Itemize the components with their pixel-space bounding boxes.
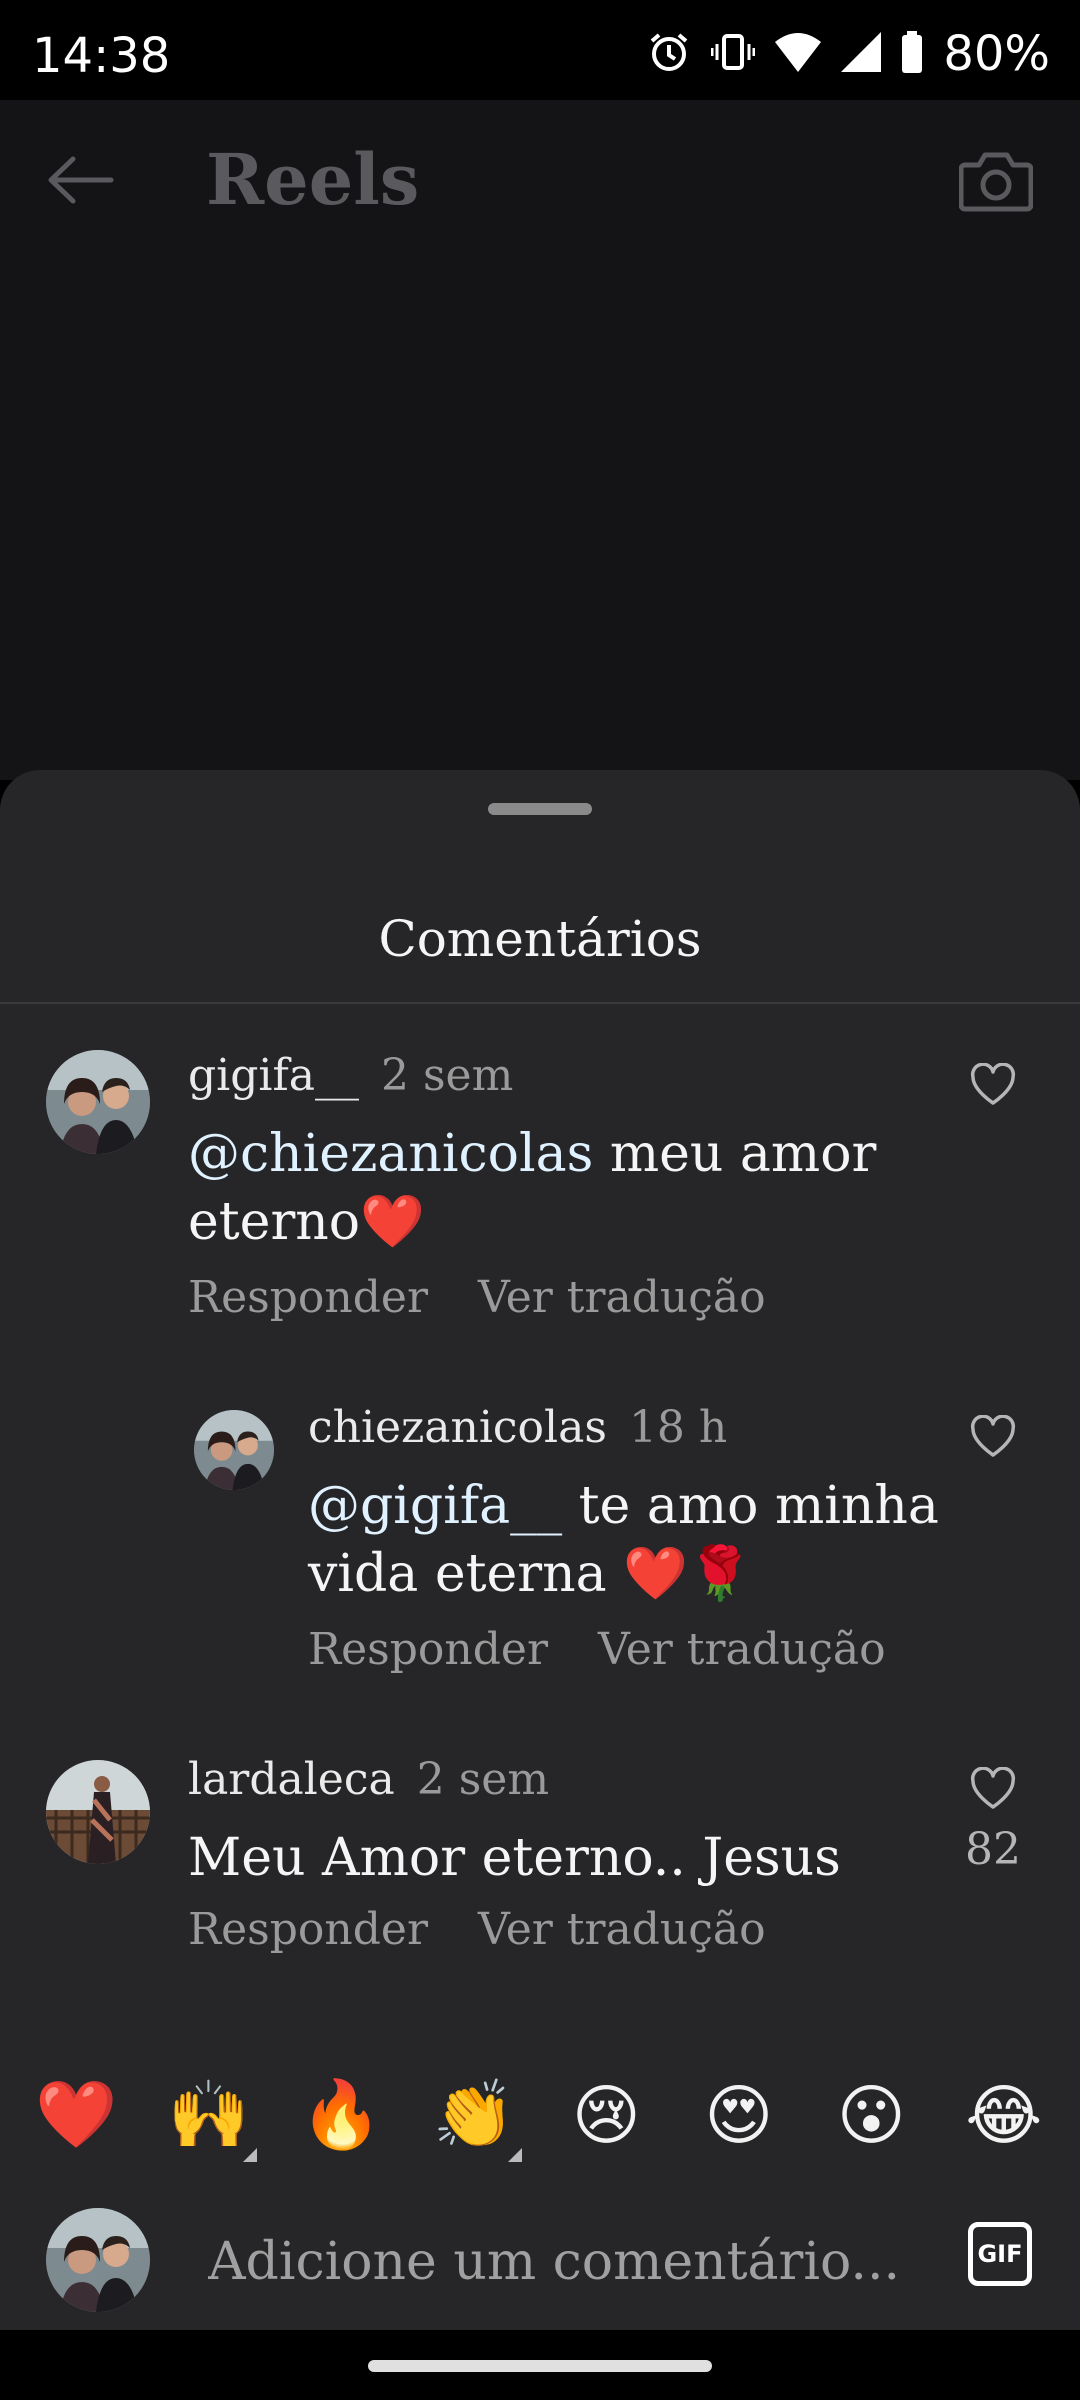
emoji-clapping[interactable]: 👏 — [424, 2076, 524, 2162]
comment-username[interactable]: lardaleca — [188, 1754, 395, 1805]
heart-icon — [970, 1415, 1016, 1457]
reply-button[interactable]: Responder — [308, 1624, 548, 1675]
comment-text: @gigifa__ te amo minha vida eterna ❤️🌹 — [308, 1472, 948, 1608]
comment-text-part: vida eterna ❤️🌹 — [308, 1544, 753, 1604]
emoji-laughing[interactable]: 😂 — [954, 2077, 1054, 2154]
mention-link[interactable]: @chiezanicolas — [188, 1124, 593, 1184]
translate-button[interactable]: Ver tradução — [598, 1624, 886, 1675]
vibrate-icon — [710, 30, 756, 78]
wifi-icon — [775, 32, 822, 76]
like-button[interactable] — [963, 1758, 1023, 1818]
like-button[interactable] — [963, 1406, 1023, 1466]
emoji-fire[interactable]: 🔥 — [291, 2076, 391, 2154]
mention-link[interactable]: @gigifa__ — [308, 1476, 562, 1536]
gif-button[interactable]: GIF — [968, 2222, 1032, 2286]
emoji-glyph: 👏 — [432, 2076, 515, 2153]
heart-icon — [970, 1063, 1016, 1105]
home-gesture-handle[interactable] — [368, 2360, 712, 2372]
like-count: 82 — [965, 1824, 1021, 1875]
comment-timestamp: 2 sem — [416, 1754, 550, 1805]
camera-button[interactable] — [956, 140, 1036, 220]
avatar[interactable] — [46, 1050, 150, 1154]
comment-text-part: te amo minha — [562, 1476, 939, 1536]
comment-composer: GIF — [0, 2190, 1080, 2330]
back-arrow-icon — [48, 156, 114, 204]
alarm-icon — [647, 30, 691, 78]
emoji-raising-hands[interactable]: 🙌 — [159, 2076, 259, 2162]
comment-text-part: eterno❤️ — [188, 1192, 425, 1252]
camera-icon — [959, 152, 1033, 212]
status-time: 14:38 — [32, 28, 171, 84]
emoji-crying[interactable]: 😢 — [556, 2077, 656, 2154]
comment-text-part: meu amor — [593, 1124, 877, 1184]
emoji-heart[interactable]: ❤️ — [26, 2076, 126, 2154]
sheet-drag-handle[interactable] — [488, 803, 592, 815]
avatar — [46, 2208, 150, 2312]
skin-tone-indicator — [242, 2148, 257, 2162]
emoji-heart-eyes[interactable]: 😍 — [689, 2077, 789, 2154]
status-bar: 14:38 80% — [0, 0, 1080, 100]
back-button[interactable] — [40, 140, 120, 220]
sheet-title: Comentários — [378, 910, 702, 968]
divider — [0, 1002, 1080, 1004]
avatar[interactable] — [194, 1410, 274, 1490]
translate-button[interactable]: Ver tradução — [478, 1904, 766, 1955]
translate-button[interactable]: Ver tradução — [478, 1272, 766, 1323]
heart-icon — [970, 1767, 1016, 1809]
comment-text: Meu Amor eterno.. Jesus — [188, 1828, 841, 1888]
comment-input[interactable] — [208, 2222, 908, 2302]
skin-tone-indicator — [507, 2148, 522, 2162]
reels-header: Reels — [0, 100, 1080, 780]
comment-timestamp: 18 h — [628, 1402, 728, 1453]
signal-icon — [841, 32, 882, 76]
like-button[interactable] — [963, 1054, 1023, 1114]
battery-icon — [901, 31, 923, 77]
emoji-surprised[interactable]: 😮 — [821, 2077, 921, 2154]
system-nav-bar — [0, 2330, 1080, 2400]
page-title: Reels — [206, 138, 420, 221]
status-icons: 80% — [647, 26, 1050, 82]
reply-button[interactable]: Responder — [188, 1904, 428, 1955]
comment-username[interactable]: gigifa__ — [188, 1050, 359, 1101]
reply-button[interactable]: Responder — [188, 1272, 428, 1323]
battery-percent: 80% — [943, 26, 1050, 82]
comment-text: @chiezanicolas meu amor eterno❤️ — [188, 1120, 948, 1256]
emoji-glyph: 🙌 — [167, 2076, 250, 2153]
emoji-bar: ❤️ 🙌 🔥 👏 😢 😍 😮 😂 — [0, 2060, 1080, 2170]
comment-username[interactable]: chiezanicolas — [308, 1402, 607, 1453]
comment-timestamp: 2 sem — [381, 1050, 514, 1101]
avatar[interactable] — [46, 1760, 150, 1864]
